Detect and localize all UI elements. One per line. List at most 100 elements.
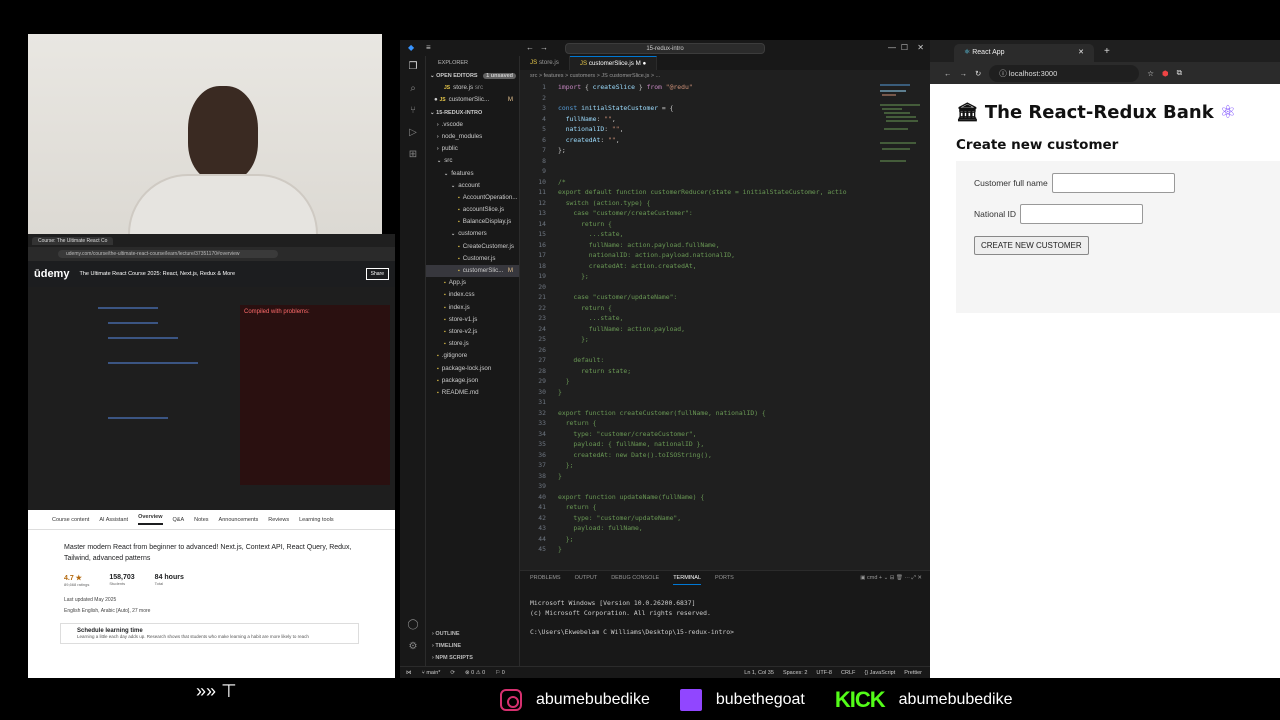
file-tree-folder[interactable]: › node_modules: [426, 131, 519, 143]
language-mode[interactable]: {} JavaScript: [864, 670, 895, 676]
file-tree-file[interactable]: ▪ accountSlice.js: [426, 204, 519, 216]
udemy-tab[interactable]: Course: The Ultimate React Co: [32, 236, 114, 245]
back-icon[interactable]: ←: [944, 69, 952, 78]
reload-icon[interactable]: ↻: [975, 69, 981, 78]
outline-section[interactable]: › OUTLINE: [426, 628, 520, 640]
file-tree-file[interactable]: ▪ README.md: [426, 387, 519, 399]
tab-notes[interactable]: Notes: [194, 517, 208, 523]
lecture-video[interactable]: Compiled with problems:: [28, 287, 395, 510]
file-icon: ▪: [458, 268, 460, 274]
schedule-card[interactable]: Schedule learning time Learning a little…: [60, 623, 359, 644]
full-name-input[interactable]: [1051, 173, 1175, 193]
open-editor-item[interactable]: ● JS customerSlic... M: [426, 94, 519, 106]
instagram-handle: abumebubedike: [500, 689, 650, 711]
tab-learning-tools[interactable]: Learning tools: [299, 517, 334, 523]
file-tree-file[interactable]: ▪ store.js: [426, 338, 519, 350]
open-editor-item[interactable]: JS store.js src: [426, 82, 519, 94]
file-tree-folder[interactable]: ⌄ account: [426, 180, 519, 192]
encoding[interactable]: UTF-8: [816, 670, 832, 676]
tab-problems[interactable]: PROBLEMS: [530, 571, 561, 585]
udemy-logo[interactable]: ūdemy: [34, 268, 69, 280]
extension-icon[interactable]: ⬢: [1162, 69, 1169, 78]
tab-store-js[interactable]: JS store.js: [520, 56, 570, 70]
national-id-row: National ID: [974, 204, 1262, 224]
tab-qa[interactable]: Q&A: [173, 517, 185, 523]
udemy-url-field[interactable]: udemy.com/course/the-ultimate-react-cour…: [58, 250, 278, 258]
create-customer-button[interactable]: CREATE NEW CUSTOMER: [974, 236, 1089, 255]
national-id-input[interactable]: [1020, 204, 1144, 224]
file-tree-file[interactable]: ▪ .gitignore: [426, 350, 519, 362]
cursor-position[interactable]: Ln 1, Col 35: [744, 670, 774, 676]
vscode-titlebar: ◆ ≡ ← → 15-redux-intro — ☐ ✕: [400, 40, 930, 56]
extensions-puzzle-icon[interactable]: ⧉: [1177, 68, 1182, 78]
address-field[interactable]: ⓘ localhost:3000: [989, 64, 1140, 82]
tab-announcements[interactable]: Announcements: [219, 517, 259, 523]
tab-debug-console[interactable]: DEBUG CONSOLE: [611, 571, 659, 585]
file-tree-file[interactable]: ▪ package-lock.json: [426, 363, 519, 375]
problems-count[interactable]: ⊗ 0 ⚠ 0: [465, 670, 485, 676]
indentation[interactable]: Spaces: 2: [783, 670, 807, 676]
timeline-section[interactable]: › TIMELINE: [426, 640, 520, 652]
terminal-output[interactable]: Microsoft Windows [Version 10.0.26200.68…: [520, 585, 930, 651]
file-tree-file[interactable]: ▪ package.json: [426, 375, 519, 387]
file-tree-file[interactable]: ▪ App.js: [426, 277, 519, 289]
minimap[interactable]: [880, 82, 924, 172]
maximize-icon[interactable]: ☐: [901, 43, 908, 52]
bookmark-star-icon[interactable]: ☆: [1147, 69, 1154, 78]
project-name: 15-REDUX-INTRO: [436, 109, 483, 116]
extensions-icon[interactable]: ⊞: [400, 144, 426, 166]
file-tree-file[interactable]: ▪ BalanceDisplay.js: [426, 216, 519, 228]
sync-icon[interactable]: ⟳: [450, 670, 455, 676]
file-tree-folder[interactable]: › .vscode: [426, 119, 519, 131]
tab-reviews[interactable]: Reviews: [268, 517, 289, 523]
file-tree-folder[interactable]: ⌄ src: [426, 155, 519, 167]
tab-overview[interactable]: Overview: [138, 514, 163, 525]
settings-gear-icon[interactable]: ⚙: [400, 636, 426, 658]
file-tree-file[interactable]: ▪ store-v2.js: [426, 326, 519, 338]
account-icon[interactable]: ◯: [400, 614, 426, 636]
file-tree-file[interactable]: ▪ Customer.js: [426, 253, 519, 265]
new-tab-icon[interactable]: +: [1104, 42, 1110, 62]
create-customer-form: Customer full name National ID CREATE NE…: [956, 161, 1280, 313]
git-branch[interactable]: ⑂ main*: [422, 670, 441, 676]
forward-icon[interactable]: →: [960, 69, 968, 78]
forward-arrow-icon[interactable]: →: [540, 43, 548, 52]
npm-scripts-section[interactable]: › NPM SCRIPTS: [426, 652, 520, 664]
tab-ports[interactable]: PORTS: [715, 571, 734, 585]
explorer-icon[interactable]: ❐: [400, 56, 426, 78]
search-icon[interactable]: ⌕: [400, 78, 426, 100]
source-control-icon[interactable]: ⑂: [400, 100, 426, 122]
minimize-icon[interactable]: —: [888, 43, 896, 52]
file-tree-file[interactable]: ▪ CreateCustomer.js: [426, 241, 519, 253]
line-endings[interactable]: CRLF: [841, 670, 855, 676]
file-tree-folder[interactable]: › public: [426, 143, 519, 155]
file-tree-folder[interactable]: ⌄ features: [426, 168, 519, 180]
tab-ai-assistant[interactable]: AI Assistant: [99, 517, 128, 523]
tab-output[interactable]: OUTPUT: [575, 571, 598, 585]
project-header[interactable]: ⌄ 15-REDUX-INTRO: [426, 107, 519, 119]
close-icon[interactable]: ✕: [917, 43, 924, 52]
file-tree-file[interactable]: ▪ AccountOperation...: [426, 192, 519, 204]
remote-icon[interactable]: ⋈: [406, 670, 412, 676]
open-editors-header[interactable]: ⌄ OPEN EDITORS 1 unsaved: [426, 70, 519, 82]
menu-icon[interactable]: ≡: [426, 43, 431, 52]
breadcrumb[interactable]: src > features > customers > JS customer…: [520, 70, 930, 82]
tab-course-content[interactable]: Course content: [52, 517, 89, 523]
back-arrow-icon[interactable]: ←: [526, 43, 534, 52]
run-debug-icon[interactable]: ▷: [400, 122, 426, 144]
file-tree-file[interactable]: ▪ store-v1.js: [426, 314, 519, 326]
tab-customer-slice[interactable]: JS customerSlice.js M ●: [569, 56, 658, 70]
tab-close-icon[interactable]: ✕: [1078, 44, 1084, 62]
file-tree-file[interactable]: ▪ customerSlic... M: [426, 265, 519, 278]
browser-tab[interactable]: ⚛ React App ✕: [954, 44, 1094, 62]
share-button[interactable]: Share: [365, 268, 389, 280]
terminal-shell-selector[interactable]: ▣ cmd + ⌄ ⊟ 🗑 ··· ⤢ ✕: [860, 571, 922, 585]
file-tree-file[interactable]: ▪ index.css: [426, 289, 519, 301]
prettier-status[interactable]: Prettier: [904, 670, 922, 676]
file-tree-folder[interactable]: ⌄ customers: [426, 228, 519, 240]
command-search[interactable]: 15-redux-intro: [565, 42, 765, 54]
file-tree-file[interactable]: ▪ index.js: [426, 302, 519, 314]
ports-count[interactable]: ⚐ 0: [495, 670, 505, 676]
tab-terminal[interactable]: TERMINAL: [673, 571, 701, 585]
code-editor[interactable]: 1 import { createSlice } from "@redu" 2 3…: [520, 82, 870, 555]
